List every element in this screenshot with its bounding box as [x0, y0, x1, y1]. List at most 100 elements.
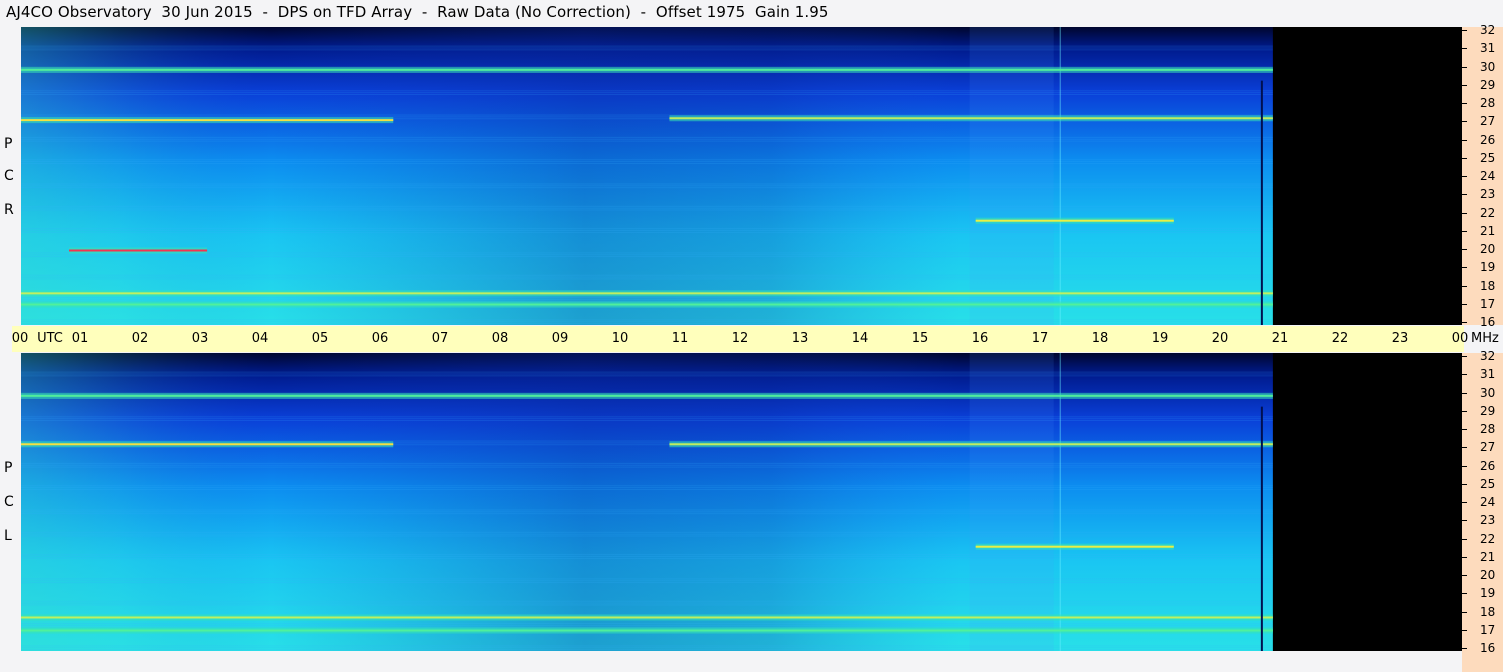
freq-tick — [1462, 303, 1467, 305]
freq-tick-label: 24 — [1480, 169, 1496, 183]
freq-tick — [1462, 139, 1467, 141]
time-tick-label: 17 — [1031, 331, 1049, 346]
noise-line — [21, 624, 1273, 626]
freq-tick — [1462, 66, 1467, 68]
signal-band — [975, 545, 1174, 548]
signal-band — [21, 394, 1273, 397]
signal-band — [69, 249, 208, 252]
time-tick-label: 18 — [1091, 331, 1109, 346]
freq-tick-label: 28 — [1480, 422, 1496, 436]
noise-line — [21, 420, 1273, 422]
noise-line — [21, 92, 1273, 94]
freq-tick — [1462, 502, 1467, 503]
noise-line — [21, 464, 1273, 466]
time-tick-label: 21 — [1271, 331, 1289, 346]
signal-band — [21, 629, 1273, 632]
time-tick-label: 19 — [1151, 331, 1169, 346]
noise-line — [21, 647, 1273, 649]
noise-line — [21, 604, 1273, 606]
time-tick-label: 09 — [551, 331, 569, 346]
freq-tick — [1462, 212, 1467, 214]
freq-tick-label: 17 — [1480, 622, 1496, 637]
time-tick-label: 01 — [71, 331, 89, 346]
noise-line — [21, 90, 1273, 92]
noise-line — [21, 509, 1273, 511]
noise-line — [21, 205, 1273, 207]
noise-line — [21, 228, 1273, 230]
rcp-letter-1: P — [4, 136, 13, 152]
noise-line — [21, 373, 1273, 375]
freq-tick — [1462, 575, 1467, 576]
freq-tick-label: 32 — [1480, 23, 1496, 37]
freq-scale-lcp: 32 31 30 29 28 27 26 25 24 23 22 21 20 19 18 17 16 — [1462, 349, 1503, 672]
freq-tick — [1462, 121, 1467, 123]
noise-line — [21, 319, 1273, 321]
noise-line — [21, 321, 1273, 323]
time-tick-label: 15 — [911, 331, 929, 346]
freq-tick-label: 21 — [1480, 549, 1496, 564]
noise-line — [21, 278, 1273, 280]
freq-tick — [1462, 611, 1467, 613]
noise-line — [21, 47, 1273, 49]
noise-line — [21, 138, 1273, 140]
freq-tick-label: 29 — [1480, 403, 1496, 418]
freq-tick — [1462, 374, 1467, 376]
time-tick-label: 07 — [431, 331, 449, 346]
signal-band — [669, 117, 1273, 120]
time-tick-label: 23 — [1391, 331, 1409, 346]
freq-tick — [1462, 410, 1467, 412]
page-title: AJ4CO Observatory 30 Jun 2015 - DPS on T… — [6, 3, 829, 21]
noise-line — [21, 554, 1273, 556]
noise-line — [21, 323, 1273, 325]
signal-band — [21, 292, 1273, 295]
noise-line — [21, 371, 1273, 373]
time-tick-label: 04 — [251, 331, 269, 346]
noise-line — [21, 511, 1273, 513]
freq-tick-label: 22 — [1480, 531, 1496, 546]
freq-tick-label: 23 — [1480, 513, 1496, 528]
noise-line — [21, 274, 1273, 276]
time-tick-label: 06 — [371, 331, 389, 346]
lcp-letter-3: L — [4, 528, 12, 544]
noise-line — [21, 230, 1273, 232]
freq-tick-label: 19 — [1480, 586, 1496, 601]
freq-tick — [1462, 322, 1467, 323]
end-marker — [1260, 406, 1263, 651]
signal-band — [669, 443, 1273, 446]
time-tick-label: 13 — [791, 331, 809, 346]
freq-tick-label: 16 — [1480, 315, 1496, 329]
freq-tick-label: 22 — [1480, 205, 1496, 220]
freq-tick-label: 26 — [1480, 132, 1496, 147]
time-tick-label: 20 — [1211, 331, 1229, 346]
noise-line — [21, 140, 1273, 142]
noise-line — [21, 162, 1273, 164]
time-tick-label: 03 — [191, 331, 209, 346]
freq-tick — [1462, 392, 1467, 394]
noise-line — [21, 623, 1273, 625]
signal-band — [21, 119, 394, 122]
freq-tick-label: 29 — [1480, 77, 1496, 92]
freq-tick — [1462, 538, 1467, 540]
freq-tick-label: 26 — [1480, 458, 1496, 473]
noise-line — [21, 49, 1273, 51]
noise-line — [21, 416, 1273, 418]
time-tick-label: 00 — [11, 331, 29, 346]
freq-tick — [1462, 556, 1467, 558]
freq-tick — [1462, 157, 1467, 159]
freq-tick — [1462, 520, 1467, 522]
noise-line — [21, 578, 1273, 580]
freq-tick — [1462, 84, 1467, 86]
noise-line — [21, 418, 1273, 420]
noise-line — [21, 298, 1273, 300]
freq-tick — [1462, 429, 1467, 430]
freq-tick-label: 20 — [1480, 568, 1496, 582]
noise-line — [21, 136, 1273, 138]
noise-line — [21, 600, 1273, 602]
freq-tick — [1462, 48, 1467, 50]
freq-tick — [1462, 194, 1467, 196]
noise-line — [21, 557, 1273, 559]
noise-line — [21, 161, 1273, 163]
rcp-letter-3: R — [4, 202, 14, 218]
noise-line — [21, 252, 1273, 254]
time-tick-label: 08 — [491, 331, 509, 346]
